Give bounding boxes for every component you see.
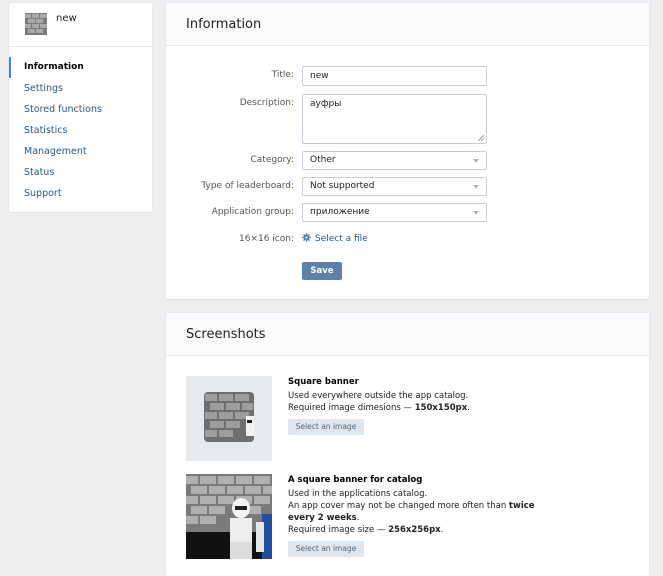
square-banner-info: Square banner Used everywhere outside th… — [288, 376, 538, 435]
title-input[interactable]: new — [302, 66, 487, 86]
catalog-banner-image[interactable] — [186, 474, 272, 559]
catalog-banner-line2-suffix: . — [356, 513, 360, 523]
catalog-banner-line1: Used in the applications catalog. — [288, 489, 428, 499]
chevron-down-icon — [473, 211, 479, 215]
catalog-banner-line2: An app cover may not be changed more oft… — [288, 500, 538, 524]
sidebar-item-support[interactable]: Support — [9, 183, 152, 204]
sidebar-item-management[interactable]: Management — [9, 141, 152, 162]
description-label: Description: — [239, 98, 294, 108]
group-label: Application group: — [211, 207, 294, 217]
icon-label: 16×16 icon: — [239, 234, 294, 244]
title-label: Title: — [271, 70, 294, 80]
app-name[interactable]: new — [56, 13, 77, 24]
sidebar-item-information[interactable]: Information — [9, 57, 152, 78]
select-file-link[interactable]: Select a file — [302, 233, 368, 244]
sidebar-item-status[interactable]: Status — [9, 162, 152, 183]
leaderboard-label: Type of leaderboard: — [201, 181, 294, 191]
square-banner-line2-prefix: Required image dimesions — — [288, 403, 415, 413]
app-header: new — [9, 3, 152, 47]
description-textarea[interactable]: ауфры — [302, 94, 487, 144]
sidebar-item-settings[interactable]: Settings — [9, 78, 152, 99]
catalog-banner-line2-prefix: An app cover may not be changed more oft… — [288, 501, 509, 511]
app-sidebar: new Information Settings Stored function… — [9, 3, 152, 212]
sidebar-item-statistics[interactable]: Statistics — [9, 120, 152, 141]
square-banner-title: Square banner — [288, 377, 359, 387]
group-value: приложение — [310, 207, 370, 217]
sidebar-nav: Information Settings Stored functions St… — [9, 47, 152, 204]
category-value: Other — [310, 155, 336, 165]
sidebar-item-stored-functions[interactable]: Stored functions — [9, 99, 152, 120]
catalog-banner-title: A square banner for catalog — [288, 475, 423, 485]
chevron-down-icon — [473, 185, 479, 189]
description-text: ауфры — [310, 99, 342, 109]
square-banner-size: 150x150px — [414, 403, 468, 413]
square-banner-line2-suffix: . — [467, 403, 470, 413]
information-card: Information Title: new Description: ауфр… — [166, 3, 649, 299]
square-banner-select-button[interactable]: Select an image — [288, 419, 364, 435]
catalog-banner-line3: Required image size — 256x256px. — [288, 524, 538, 536]
resize-grip-icon[interactable] — [477, 134, 485, 142]
app-thumbnail[interactable] — [25, 13, 47, 35]
group-select[interactable]: приложение — [302, 203, 487, 222]
square-banner-preview — [186, 376, 272, 461]
screenshots-heading: Screenshots — [166, 313, 649, 356]
square-banner-image[interactable] — [204, 392, 254, 442]
leaderboard-select[interactable]: Not supported — [302, 177, 487, 196]
square-banner-line2: Required image dimesions — 150x150px. — [288, 402, 538, 414]
save-button[interactable]: Save — [302, 262, 342, 280]
catalog-banner-line3-prefix: Required image size — — [288, 525, 389, 535]
screenshots-card: Screenshots Square banner Used everywher… — [166, 313, 649, 576]
gear-icon — [302, 233, 311, 242]
catalog-banner-size: 256x256px — [388, 525, 441, 535]
catalog-banner-select-button[interactable]: Select an image — [288, 541, 364, 557]
chevron-down-icon — [473, 159, 479, 163]
leaderboard-value: Not supported — [310, 181, 375, 191]
select-file-label: Select a file — [315, 234, 368, 244]
category-label: Category: — [250, 155, 295, 165]
category-select[interactable]: Other — [302, 151, 487, 170]
catalog-banner-info: A square banner for catalog Used in the … — [288, 474, 538, 557]
information-heading: Information — [166, 3, 649, 46]
square-banner-line1: Used everywhere outside the app catalog. — [288, 391, 469, 401]
catalog-banner-line3-suffix: . — [440, 525, 444, 535]
